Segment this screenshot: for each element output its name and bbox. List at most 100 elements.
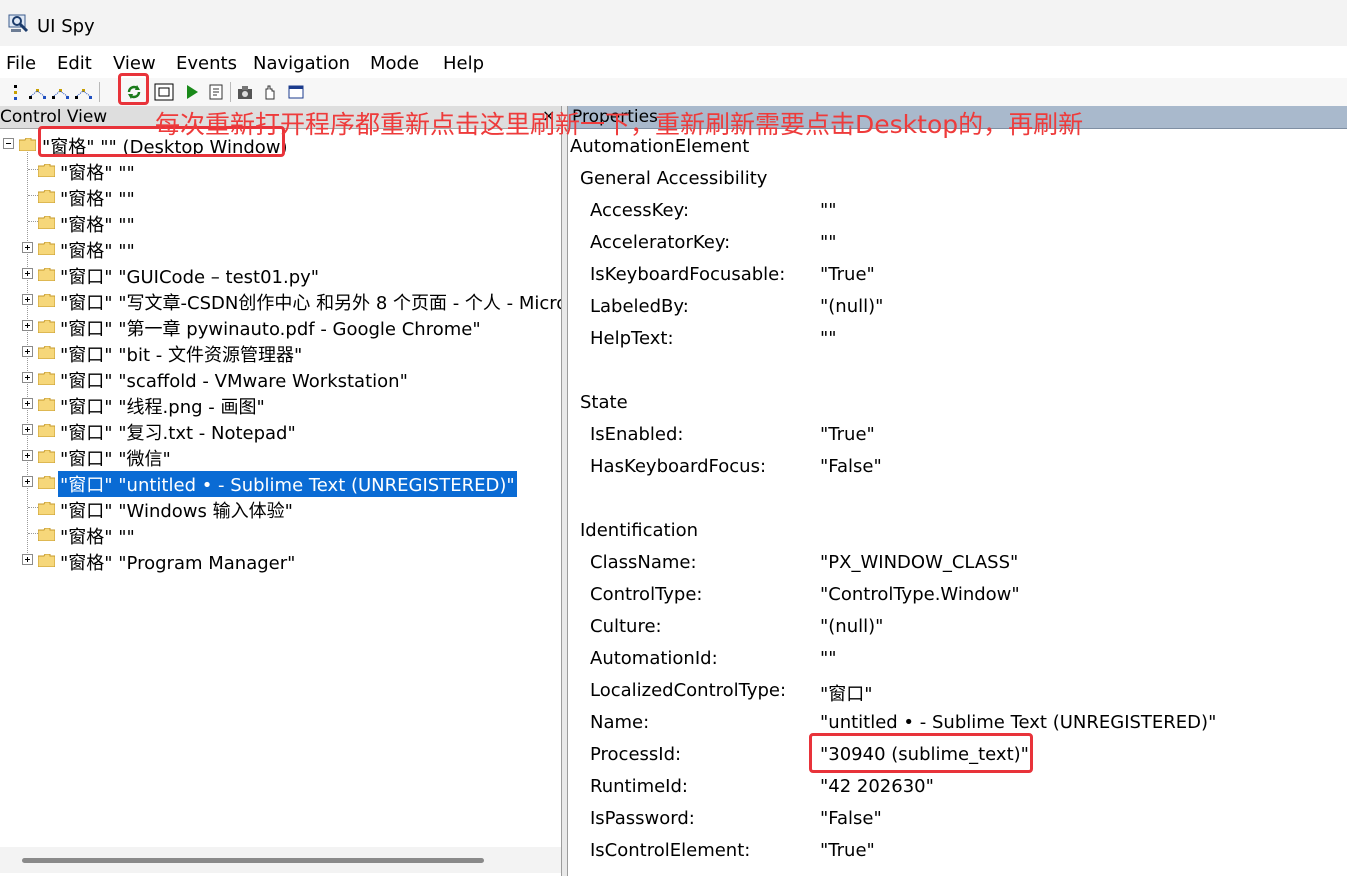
expand-icon[interactable]	[22, 294, 33, 305]
toolbar-separator	[99, 82, 100, 102]
prop-key: Culture:	[590, 616, 662, 637]
expand-icon[interactable]	[22, 476, 33, 487]
tree-label[interactable]: "窗格" ""	[58, 237, 137, 263]
snapshot-icon[interactable]	[234, 81, 256, 103]
folder-icon	[37, 214, 56, 230]
scrollbar-thumb[interactable]	[22, 858, 484, 863]
prop-key: ClassName:	[590, 552, 697, 573]
nav-next-sibling-icon[interactable]	[50, 81, 72, 103]
prop-key: AccessKey:	[590, 200, 690, 221]
tree-item[interactable]: "窗口" "微信"	[0, 443, 561, 471]
pane-splitter[interactable]	[561, 106, 568, 876]
prop-key: IsEnabled:	[590, 424, 684, 445]
tree-connector	[28, 507, 38, 509]
prop-key: AutomationId:	[590, 648, 718, 669]
prop-value: "True"	[820, 840, 875, 861]
nav-prev-sibling-icon[interactable]	[73, 81, 95, 103]
expand-icon[interactable]	[22, 372, 33, 383]
tree-label[interactable]: "窗格" "Program Manager"	[58, 549, 297, 575]
prop-value: "ControlType.Window"	[820, 584, 1020, 605]
expand-icon[interactable]	[22, 320, 33, 331]
menu-file[interactable]: File	[6, 53, 36, 74]
tree-item[interactable]: "窗口" "GUICode – test01.py"	[0, 261, 561, 289]
tree-label[interactable]: "窗口" "scaffold - VMware Workstation"	[58, 367, 410, 393]
window-title: UI Spy	[37, 16, 95, 37]
prop-value: ""	[820, 232, 837, 253]
tree-label[interactable]: "窗格" ""	[58, 523, 137, 549]
folder-icon	[37, 448, 56, 464]
tree-label[interactable]: "窗格" ""	[58, 185, 137, 211]
tree-item[interactable]: "窗格" ""	[0, 157, 561, 185]
expand-icon[interactable]	[22, 242, 33, 253]
expand-icon[interactable]	[22, 398, 33, 409]
tree-label[interactable]: "窗格" ""	[58, 211, 137, 237]
prop-key: IsKeyboardFocusable:	[590, 264, 786, 285]
prop-key: LocalizedControlType:	[590, 680, 787, 701]
tree-label[interactable]: "窗口" "untitled • - Sublime Text (UNREGIS…	[58, 471, 517, 497]
expand-icon[interactable]	[22, 424, 33, 435]
tree-label[interactable]: "窗口" "Windows 输入体验"	[58, 497, 295, 523]
tree-label[interactable]: "窗口" "第一章 pywinauto.pdf - Google Chrome"	[58, 315, 483, 341]
folder-icon	[37, 422, 56, 438]
folder-icon	[37, 552, 56, 568]
tree-item[interactable]: "窗口" "bit - 文件资源管理器"	[0, 339, 561, 367]
tree-item[interactable]: "窗格" ""	[0, 183, 561, 211]
prop-key: IsPassword:	[590, 808, 695, 829]
tree-item[interactable]: "窗口" "线程.png - 画图"	[0, 391, 561, 419]
tree-label[interactable]: "窗口" "微信"	[58, 445, 173, 471]
expand-icon[interactable]	[22, 346, 33, 357]
nav-first-child-icon[interactable]	[27, 81, 49, 103]
tree-label[interactable]: "窗口" "GUICode – test01.py"	[58, 263, 321, 289]
collapse-icon[interactable]	[3, 138, 14, 149]
tree-label[interactable]: "窗口" "bit - 文件资源管理器"	[58, 341, 304, 367]
tree-item[interactable]: "窗口" "第一章 pywinauto.pdf - Google Chrome"	[0, 313, 561, 341]
tree-item[interactable]: "窗格" "Program Manager"	[0, 547, 561, 575]
prop-value: "True"	[820, 264, 875, 285]
play-icon[interactable]	[181, 81, 203, 103]
tree-label[interactable]: "窗格" ""	[58, 159, 137, 185]
prop-value: ""	[820, 200, 837, 221]
folder-icon	[37, 188, 56, 204]
properties-icon[interactable]	[205, 81, 227, 103]
hand-icon[interactable]	[258, 81, 280, 103]
tree-label[interactable]: "窗口" "线程.png - 画图"	[58, 393, 267, 419]
tree-item[interactable]: "窗口" "Windows 输入体验"	[0, 495, 561, 523]
folder-icon	[37, 266, 56, 282]
nav-parent-icon[interactable]	[4, 81, 26, 103]
tree-connector	[28, 169, 38, 171]
tree-label[interactable]: "窗口" "写文章-CSDN创作中心 和另外 8 个页面 - 个人 - Micr…	[58, 289, 561, 315]
menu-view[interactable]: View	[113, 53, 156, 74]
tree-item[interactable]: "窗格" ""	[0, 235, 561, 263]
prop-key: RuntimeId:	[590, 776, 688, 797]
highlight-icon[interactable]	[153, 81, 175, 103]
tree-item[interactable]: "窗口" "scaffold - VMware Workstation"	[0, 365, 561, 393]
tree-item[interactable]: "窗口" "复习.txt - Notepad"	[0, 417, 561, 445]
menu-bar: File Edit View Events Navigation Mode He…	[0, 46, 1347, 78]
menu-navigation[interactable]: Navigation	[253, 53, 350, 74]
folder-icon	[18, 136, 37, 152]
prop-value: ""	[820, 328, 837, 349]
window-icon[interactable]	[285, 81, 307, 103]
menu-events[interactable]: Events	[176, 53, 237, 74]
section-state: State	[580, 392, 628, 413]
control-view-pane: Control View × "窗格" "" (Desktop Window) …	[0, 106, 561, 876]
prop-value: "(null)"	[820, 296, 884, 317]
tree-connector	[28, 221, 38, 223]
horizontal-scrollbar[interactable]	[0, 847, 561, 873]
prop-value: "True"	[820, 424, 875, 445]
tree-item-selected[interactable]: "窗口" "untitled • - Sublime Text (UNREGIS…	[0, 469, 561, 497]
prop-key: IsControlElement:	[590, 840, 751, 861]
prop-key: LabeledBy:	[590, 296, 689, 317]
expand-icon[interactable]	[22, 268, 33, 279]
prop-value: "PX_WINDOW_CLASS"	[820, 552, 1019, 573]
expand-icon[interactable]	[22, 450, 33, 461]
tree-label[interactable]: "窗口" "复习.txt - Notepad"	[58, 419, 298, 445]
tree-item[interactable]: "窗格" ""	[0, 209, 561, 237]
tree-item[interactable]: "窗格" ""	[0, 521, 561, 549]
expand-icon[interactable]	[22, 554, 33, 565]
control-view-title: Control View	[0, 107, 108, 127]
tree-item[interactable]: "窗口" "写文章-CSDN创作中心 和另外 8 个页面 - 个人 - Micr…	[0, 287, 561, 315]
menu-help[interactable]: Help	[443, 53, 484, 74]
menu-mode[interactable]: Mode	[370, 53, 419, 74]
menu-edit[interactable]: Edit	[57, 53, 92, 74]
